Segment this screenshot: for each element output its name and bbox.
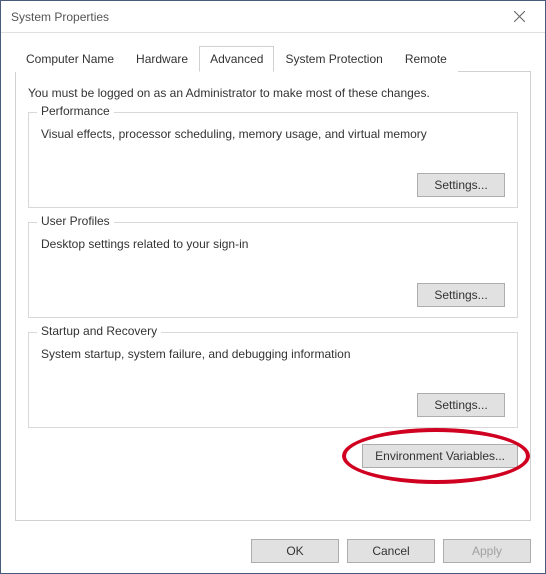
- startup-recovery-button-row: Settings...: [41, 393, 505, 417]
- user-profiles-title: User Profiles: [37, 214, 114, 228]
- tab-hardware[interactable]: Hardware: [125, 46, 199, 72]
- close-icon: [514, 11, 525, 22]
- tab-system-protection[interactable]: System Protection: [274, 46, 393, 72]
- admin-notice: You must be logged on as an Administrato…: [28, 86, 518, 100]
- dialog-footer: OK Cancel Apply: [1, 529, 545, 573]
- user-profiles-settings-button[interactable]: Settings...: [417, 283, 505, 307]
- tab-remote[interactable]: Remote: [394, 46, 458, 72]
- tab-panel-advanced: You must be logged on as an Administrato…: [15, 72, 531, 521]
- tab-strip: Computer Name Hardware Advanced System P…: [15, 45, 531, 72]
- performance-title: Performance: [37, 104, 114, 118]
- environment-variables-button[interactable]: Environment Variables...: [362, 444, 518, 468]
- startup-recovery-settings-button[interactable]: Settings...: [417, 393, 505, 417]
- environment-variables-row: Environment Variables...: [28, 444, 518, 468]
- tab-advanced[interactable]: Advanced: [199, 46, 274, 72]
- startup-recovery-desc: System startup, system failure, and debu…: [41, 347, 505, 361]
- performance-settings-button[interactable]: Settings...: [417, 173, 505, 197]
- window-title: System Properties: [11, 10, 109, 24]
- content-area: Computer Name Hardware Advanced System P…: [1, 33, 545, 529]
- startup-recovery-title: Startup and Recovery: [37, 324, 161, 338]
- cancel-button[interactable]: Cancel: [347, 539, 435, 563]
- performance-group: Performance Visual effects, processor sc…: [28, 112, 518, 208]
- apply-button[interactable]: Apply: [443, 539, 531, 563]
- ok-button[interactable]: OK: [251, 539, 339, 563]
- performance-desc: Visual effects, processor scheduling, me…: [41, 127, 505, 141]
- user-profiles-group: User Profiles Desktop settings related t…: [28, 222, 518, 318]
- performance-button-row: Settings...: [41, 173, 505, 197]
- tab-computer-name[interactable]: Computer Name: [15, 46, 125, 72]
- titlebar: System Properties: [1, 1, 545, 33]
- close-button[interactable]: [501, 4, 537, 30]
- user-profiles-desc: Desktop settings related to your sign-in: [41, 237, 505, 251]
- startup-recovery-group: Startup and Recovery System startup, sys…: [28, 332, 518, 428]
- user-profiles-button-row: Settings...: [41, 283, 505, 307]
- system-properties-window: System Properties Computer Name Hardware…: [0, 0, 546, 574]
